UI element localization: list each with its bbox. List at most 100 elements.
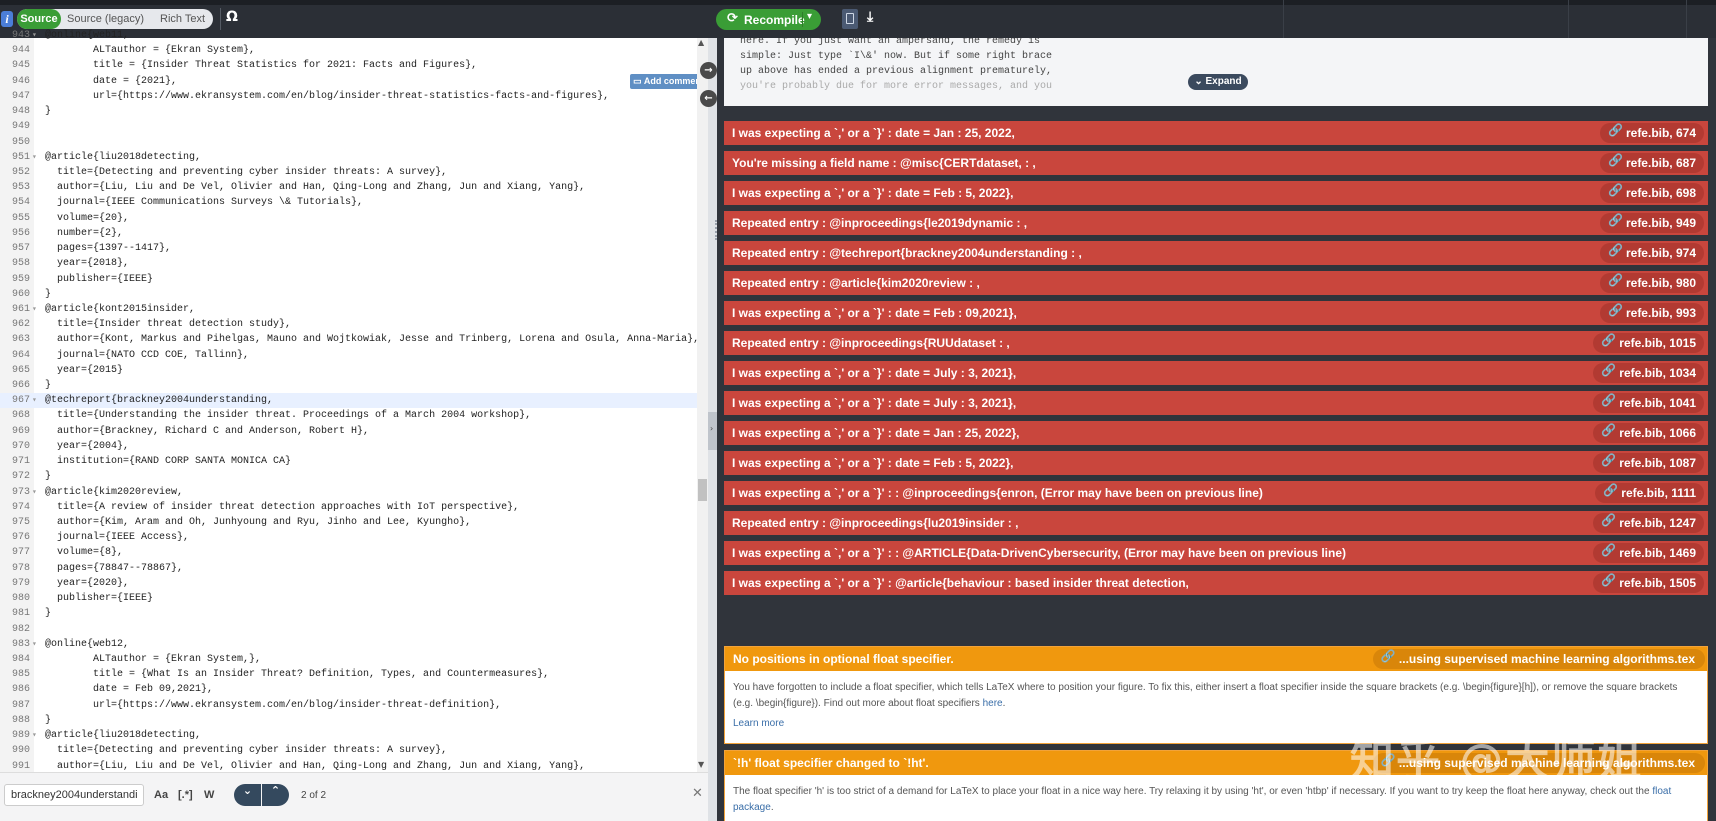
code-line[interactable]: 968 title={Understanding the insider thr… xyxy=(0,408,700,423)
error-location-link[interactable]: 🔗 refe.bib, 1041 xyxy=(1593,393,1704,413)
code-line[interactable]: 976 journal={IEEE Access}, xyxy=(0,530,700,545)
search-input[interactable]: brackney2004understandi xyxy=(4,784,144,806)
download-icon[interactable]: ⤓ xyxy=(867,9,873,25)
code-line[interactable]: 971 institution={RAND CORP SANTA MONICA … xyxy=(0,454,700,469)
code-line[interactable]: 945 title = {Insider Threat Statistics f… xyxy=(0,58,700,73)
next-match-button[interactable]: ⌄ xyxy=(234,784,261,806)
mode-rich-text-button[interactable]: Rich Text xyxy=(160,9,205,29)
error-entry[interactable]: Repeated entry : @inproceedings{RUUdatas… xyxy=(724,331,1708,355)
code-line[interactable]: 955 volume={20}, xyxy=(0,211,700,226)
error-location-link[interactable]: 🔗 refe.bib, 1015 xyxy=(1593,333,1704,353)
code-line[interactable]: 967 ▾ @techreport{brackney2004understandin… xyxy=(0,393,700,409)
code-line[interactable]: 990 title={Detecting and preventing cybe… xyxy=(0,743,700,758)
error-entry[interactable]: I was expecting a `,' or a `}' : date = … xyxy=(724,361,1708,385)
code-line[interactable]: 954 journal={IEEE Communications Surveys… xyxy=(0,195,700,210)
code-line[interactable]: 951 ▾ @article{liu2018detecting, xyxy=(0,150,700,165)
code-line[interactable]: 964 journal={NATO CCD COE, Tallinn}, xyxy=(0,348,700,363)
error-entry[interactable]: Repeated entry : @techreport{brackney200… xyxy=(724,241,1708,265)
close-icon[interactable]: ✕ xyxy=(692,786,703,801)
error-entry[interactable]: I was expecting a `,' or a `}' : date = … xyxy=(724,301,1708,325)
fold-arrow-icon[interactable]: ▾ xyxy=(32,728,37,743)
error-entry[interactable]: I was expecting a `,' or a `}' : : @inpr… xyxy=(724,481,1708,505)
scroll-up-icon[interactable]: ▲ xyxy=(698,38,704,47)
code-line[interactable]: 982 xyxy=(0,622,700,637)
code-line[interactable]: 983 ▾ @online{web12, xyxy=(0,637,700,652)
code-line[interactable]: 946 date = {2021}, xyxy=(0,74,700,89)
code-line[interactable]: 950 xyxy=(0,135,700,150)
error-location-link[interactable]: 🔗 refe.bib, 980 xyxy=(1599,273,1704,293)
error-entry[interactable]: I was expecting a `,' or a `}' : date = … xyxy=(724,391,1708,415)
pdf-view-button[interactable] xyxy=(842,9,858,29)
code-line[interactable]: 958 year={2018}, xyxy=(0,256,700,271)
chevron-down-icon[interactable]: ▾ xyxy=(807,11,812,22)
error-location-link[interactable]: 🔗 refe.bib, 1087 xyxy=(1593,453,1704,473)
error-location-link[interactable]: 🔗 refe.bib, 949 xyxy=(1599,213,1704,233)
error-location-link[interactable]: 🔗 refe.bib, 698 xyxy=(1599,183,1704,203)
code-line[interactable]: 980 publisher={IEEE} xyxy=(0,591,700,606)
code-line[interactable]: 944 ALTauthor = {Ekran System}, xyxy=(0,43,700,58)
error-location-link[interactable]: 🔗 refe.bib, 1034 xyxy=(1593,363,1704,383)
code-line[interactable]: 973 ▾ @article{kim2020review, xyxy=(0,485,700,500)
fold-arrow-icon[interactable]: ▾ xyxy=(32,28,37,43)
code-line[interactable]: 977 volume={8}, xyxy=(0,545,700,560)
code-line[interactable]: 988} xyxy=(0,713,700,728)
error-entry[interactable]: Repeated entry : @inproceedings{le2019dy… xyxy=(724,211,1708,235)
float-specifiers-link[interactable]: here xyxy=(983,698,1003,709)
code-line[interactable]: 987 url={https://www.ekransystem.com/en/… xyxy=(0,698,700,713)
code-line[interactable]: 975 author={Kim, Aram and Oh, Junhyoung … xyxy=(0,515,700,530)
sync-to-pdf-icon[interactable]: → xyxy=(700,62,717,79)
code-line[interactable]: 984 ALTauthor = {Ekran System,}, xyxy=(0,652,700,667)
code-line[interactable]: 963 author={Kont, Markus and Pihelgas, M… xyxy=(0,332,700,347)
error-location-link[interactable]: 🔗 refe.bib, 974 xyxy=(1599,243,1704,263)
code-line[interactable]: 960} xyxy=(0,287,700,302)
fold-arrow-icon[interactable]: ▾ xyxy=(32,150,37,165)
learn-more-link[interactable]: Learn more xyxy=(733,718,784,729)
symbol-palette-button[interactable]: Ω xyxy=(226,9,238,25)
error-location-link[interactable]: 🔗 refe.bib, 993 xyxy=(1599,303,1704,323)
info-icon[interactable]: i xyxy=(1,11,13,27)
error-location-link[interactable]: 🔗 refe.bib, 687 xyxy=(1599,153,1704,173)
warning-location-link[interactable]: 🔗 ...using supervised machine learning a… xyxy=(1372,649,1705,669)
code-line[interactable]: 969 author={Brackney, Richard C and Ande… xyxy=(0,424,700,439)
error-location-link[interactable]: 🔗 refe.bib, 1469 xyxy=(1593,543,1704,563)
error-location-link[interactable]: 🔗 refe.bib, 1066 xyxy=(1593,423,1704,443)
code-line[interactable]: 952 title={Detecting and preventing cybe… xyxy=(0,165,700,180)
pane-splitter[interactable]: › xyxy=(708,38,717,821)
code-line[interactable]: 970 year={2004}, xyxy=(0,439,700,454)
code-line[interactable]: 978 pages={78847--78867}, xyxy=(0,561,700,576)
fold-arrow-icon[interactable]: ▾ xyxy=(32,485,37,500)
scroll-down-icon[interactable]: ▼ xyxy=(698,760,704,769)
error-entry[interactable]: I was expecting a `,' or a `}' : date = … xyxy=(724,421,1708,445)
error-location-link[interactable]: 🔗 refe.bib, 674 xyxy=(1599,123,1704,143)
whole-word-toggle[interactable]: W xyxy=(204,789,214,801)
error-entry[interactable]: I was expecting a `,' or a `}' : date = … xyxy=(724,451,1708,475)
code-line[interactable]: 974 title={A review of insider threat de… xyxy=(0,500,700,515)
code-line[interactable]: 972} xyxy=(0,469,700,484)
code-line[interactable]: 949 xyxy=(0,119,700,134)
code-line[interactable]: 943 ▾ @online{web11, xyxy=(0,28,700,43)
editor-scrollbar[interactable]: ▲ ▼ xyxy=(697,38,708,772)
warning-header[interactable]: No positions in optional float specifier… xyxy=(725,647,1707,671)
fold-arrow-icon[interactable]: ▾ xyxy=(32,302,37,317)
code-line[interactable]: 965 year={2015} xyxy=(0,363,700,378)
code-line[interactable]: 957 pages={1397--1417}, xyxy=(0,241,700,256)
fold-arrow-icon[interactable]: ▾ xyxy=(32,393,37,408)
code-editor[interactable]: 943 ▾ @online{web11, 944 ALTauthor = {Ekran… xyxy=(0,30,708,772)
error-entry[interactable]: Repeated entry : @article{kim2020review … xyxy=(724,271,1708,295)
code-line[interactable]: 959 publisher={IEEE} xyxy=(0,272,700,287)
error-entry[interactable]: You're missing a field name : @misc{CERT… xyxy=(724,151,1708,175)
error-entry[interactable]: I was expecting a `,' or a `}' : @articl… xyxy=(724,571,1708,595)
error-entry[interactable]: I was expecting a `,' or a `}' : date = … xyxy=(724,121,1708,145)
code-line[interactable]: 985 title = {What Is an Insider Threat? … xyxy=(0,667,700,682)
error-entry[interactable]: I was expecting a `,' or a `}' : date = … xyxy=(724,181,1708,205)
code-line[interactable]: 961 ▾ @article{kont2015insider, xyxy=(0,302,700,317)
code-line[interactable]: 979 year={2020}, xyxy=(0,576,700,591)
add-comment-button[interactable]: ▭ Add comment xyxy=(630,74,707,89)
code-line[interactable]: 986 date = Feb 09,2021}, xyxy=(0,682,700,697)
code-line[interactable]: 953 author={Liu, Liu and De Vel, Olivier… xyxy=(0,180,700,195)
error-entry[interactable]: Repeated entry : @inproceedings{lu2019in… xyxy=(724,511,1708,535)
splitter-handle[interactable]: › xyxy=(708,412,717,450)
error-location-link[interactable]: 🔗 refe.bib, 1247 xyxy=(1593,513,1704,533)
sync-to-code-icon[interactable]: ← xyxy=(700,90,717,107)
log-resize-handle[interactable] xyxy=(715,220,720,240)
